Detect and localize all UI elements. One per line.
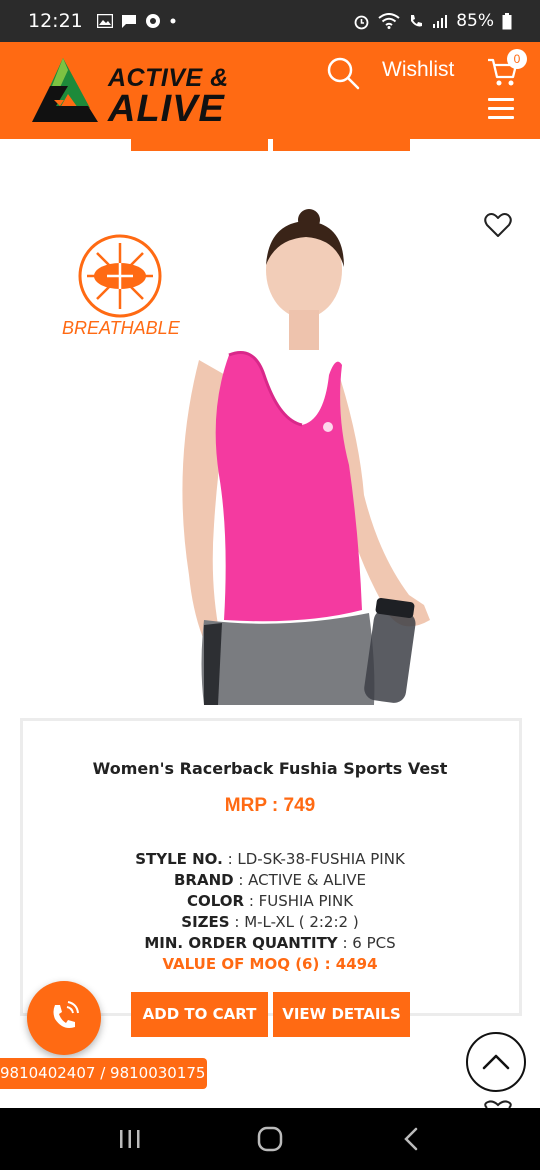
spec-brand: BRAND : ACTIVE & ALIVE — [0, 871, 540, 889]
breathable-label: BREATHABLE — [62, 318, 180, 338]
spec-color-label: COLOR — [186, 892, 245, 910]
status-icons-left — [96, 13, 177, 29]
alarm-icon — [354, 15, 369, 29]
spec-sizes-label: SIZES — [181, 913, 230, 931]
phone-numbers[interactable]: 9810402407 / 9810030175 — [0, 1058, 207, 1089]
prev-view-details-button[interactable] — [273, 139, 410, 151]
spec-sizes: SIZES : M-L-XL ( 2:2:2 ) — [0, 913, 540, 931]
wishlist-link[interactable]: Wishlist — [382, 58, 454, 82]
back-icon[interactable] — [402, 1127, 420, 1151]
chrome-icon — [145, 14, 160, 28]
product-title[interactable]: Women's Racerback Fushia Sports Vest — [0, 759, 540, 778]
spec-color: COLOR : FUSHIA PINK — [0, 892, 540, 910]
breathable-icon — [78, 234, 162, 318]
chevron-up-icon — [482, 1054, 510, 1070]
spec-moq-value: : 6 PCS — [337, 934, 396, 952]
logo-mark-icon — [32, 58, 98, 122]
dot-icon — [170, 18, 176, 24]
add-to-cart-button[interactable]: ADD TO CART — [131, 992, 268, 1037]
logo-line2: ALIVE — [108, 88, 225, 130]
status-time: 12:21 — [28, 10, 83, 32]
product-price: MRP : 749 — [224, 795, 316, 816]
recent-apps-icon[interactable] — [118, 1128, 142, 1150]
home-icon[interactable] — [257, 1126, 283, 1152]
wifi-icon — [378, 13, 400, 29]
spec-style-label: STYLE NO. — [135, 850, 223, 868]
spec-brand-value: : ACTIVE & ALIVE — [233, 871, 366, 889]
view-details-button[interactable]: VIEW DETAILS — [273, 992, 410, 1037]
cart-count-badge: 0 — [507, 49, 527, 69]
status-bar: 12:21 85% — [0, 0, 540, 42]
message-icon — [121, 14, 136, 28]
phone-ring-icon — [53, 1001, 79, 1028]
scroll-to-top-button[interactable] — [466, 1032, 526, 1092]
brand-logo[interactable]: ACTIVE & ALIVE — [28, 56, 248, 130]
spec-style-value: : LD-SK-38-FUSHIA PINK — [222, 850, 405, 868]
spec-moq: MIN. ORDER QUANTITY : 6 PCS — [0, 934, 540, 952]
spec-sizes-value: : M-L-XL ( 2:2:2 ) — [229, 913, 359, 931]
gallery-icon — [96, 14, 113, 28]
call-button[interactable] — [27, 981, 101, 1055]
site-header: ACTIVE & ALIVE Wishlist — [0, 42, 540, 139]
status-icons-right: 85% — [353, 11, 512, 31]
moq-value: VALUE OF MOQ (6) : 4494 — [162, 955, 378, 973]
system-nav-bar — [0, 1108, 540, 1170]
hamburger-menu-icon[interactable] — [488, 98, 514, 120]
call-signal-icon — [411, 15, 423, 27]
prev-add-to-cart-button[interactable] — [131, 139, 268, 151]
spec-moq-label: MIN. ORDER QUANTITY — [144, 934, 338, 952]
signal-icon — [433, 15, 448, 28]
search-icon[interactable] — [326, 56, 360, 90]
next-wishlist-heart-icon[interactable] — [484, 1100, 512, 1108]
wishlist-heart-icon[interactable] — [484, 212, 512, 238]
spec-style: STYLE NO. : LD-SK-38-FUSHIA PINK — [0, 850, 540, 868]
spec-brand-label: BRAND — [173, 871, 234, 889]
battery-percent: 85% — [456, 11, 494, 31]
battery-icon — [502, 12, 512, 29]
spec-color-value: : FUSHIA PINK — [244, 892, 354, 910]
